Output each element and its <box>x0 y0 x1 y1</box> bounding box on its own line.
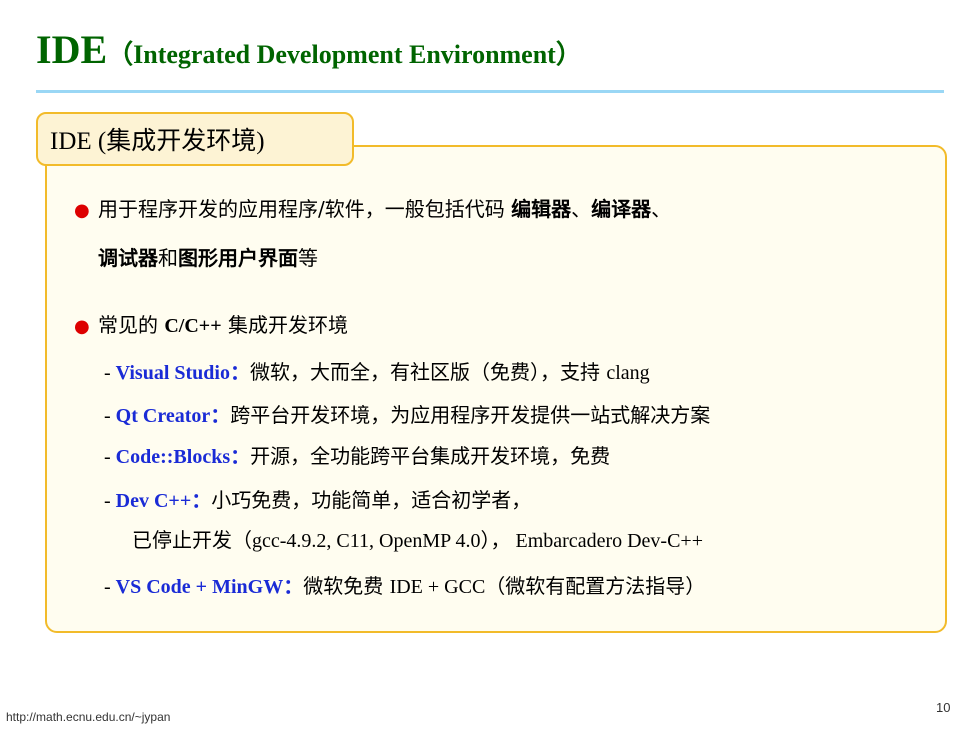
bullet-text: 集成开发环境 <box>221 313 348 337</box>
suffix: 等 <box>298 246 318 270</box>
bullet-text: 常见的 <box>98 313 165 337</box>
keyword-editor: 编辑器 <box>511 197 572 221</box>
dash: - <box>104 490 116 512</box>
tab-prefix: IDE ( <box>50 128 107 155</box>
dash: - <box>104 362 116 384</box>
title-divider <box>36 90 944 93</box>
ide-name: Qt Creator <box>115 405 211 427</box>
ide-item-visual-studio: - Visual Studio：微软，大而全，有社区版（免费），支持 clang <box>104 356 650 385</box>
ide-item-codeblocks: - Code::Blocks：开源，全功能跨平台集成开发环境，免费 <box>104 440 610 469</box>
keyword-gui: 图形用户界面 <box>178 246 298 270</box>
colon: ： <box>210 405 231 427</box>
ide-desc: 微软免费 <box>303 574 390 598</box>
ide-item-qt-creator: - Qt Creator：跨平台开发环境，为应用程序开发提供一站式解决方案 <box>104 399 710 428</box>
language-name: C/C++ <box>164 315 222 337</box>
page-title: IDE（Integrated Development Environment） <box>36 26 582 73</box>
bullet-ide-definition-cont: 调试器和图形用户界面等 <box>98 242 318 271</box>
bullet-text: 用于程序开发的应用程序/软件，一般包括代码 <box>98 197 512 221</box>
separator: 、 <box>651 197 672 221</box>
page-number: 10 <box>936 700 951 715</box>
tab-label: 集成开发环境 <box>106 126 257 155</box>
bullet-icon: ● <box>74 316 90 337</box>
ide-desc: 小巧免费，功能简单，适合初学者， <box>211 488 532 512</box>
ide-desc: ）， <box>480 528 511 552</box>
bullet-common-ides: ● 常见的 C/C++ 集成开发环境 <box>74 309 348 338</box>
colon: ： <box>283 576 304 598</box>
tab-suffix: ) <box>256 128 265 155</box>
ide-item-dev-cpp: - Dev C++：小巧免费，功能简单，适合初学者， <box>104 484 531 513</box>
ide-desc: （微软有配置方法指导） <box>485 574 706 598</box>
title-subtitle: （Integrated Development Environment） <box>107 40 582 69</box>
bullet-icon: ● <box>74 200 90 221</box>
separator: 、 <box>571 197 592 221</box>
ide-desc-en: clang <box>606 362 650 384</box>
title-main: IDE <box>36 27 108 72</box>
ide-name: Code::Blocks <box>115 446 231 468</box>
colon: ： <box>230 446 251 468</box>
ide-item-vscode: - VS Code + MinGW：微软免费 IDE + GCC（微软有配置方法… <box>104 570 705 599</box>
dash: - <box>104 405 116 427</box>
content-box-tab: IDE (集成开发环境) <box>36 112 354 166</box>
ide-desc-en: Embarcadero Dev-C++ <box>510 530 703 552</box>
keyword-debugger: 调试器 <box>98 246 158 270</box>
footer-url: http://math.ecnu.edu.cn/~jypan <box>6 710 171 724</box>
ide-desc: 已停止开发（ <box>132 528 252 552</box>
dash: - <box>104 446 116 468</box>
ide-name: Dev C++ <box>115 490 192 512</box>
conjunction: 和 <box>158 246 178 270</box>
ide-desc: 微软，大而全，有社区版（免费），支持 <box>249 360 607 384</box>
ide-desc: 跨平台开发环境，为应用程序开发提供一站式解决方案 <box>230 403 711 427</box>
ide-name: VS Code + MinGW <box>115 576 284 598</box>
ide-desc-en: IDE + GCC <box>389 576 486 598</box>
ide-desc: 开源，全功能跨平台集成开发环境，免费 <box>250 444 611 468</box>
keyword-compiler: 编译器 <box>591 197 652 221</box>
bullet-ide-definition: ● 用于程序开发的应用程序/软件，一般包括代码 编辑器、编译器、 <box>74 193 671 222</box>
ide-item-dev-cpp-cont: 已停止开发（gcc-4.9.2, C11, OpenMP 4.0）， Embar… <box>132 524 703 553</box>
colon: ： <box>229 362 250 384</box>
colon: ： <box>191 490 212 512</box>
dash: - <box>104 576 116 598</box>
ide-desc-en: gcc-4.9.2, C11, OpenMP 4.0 <box>252 530 481 552</box>
ide-name: Visual Studio <box>115 362 230 384</box>
